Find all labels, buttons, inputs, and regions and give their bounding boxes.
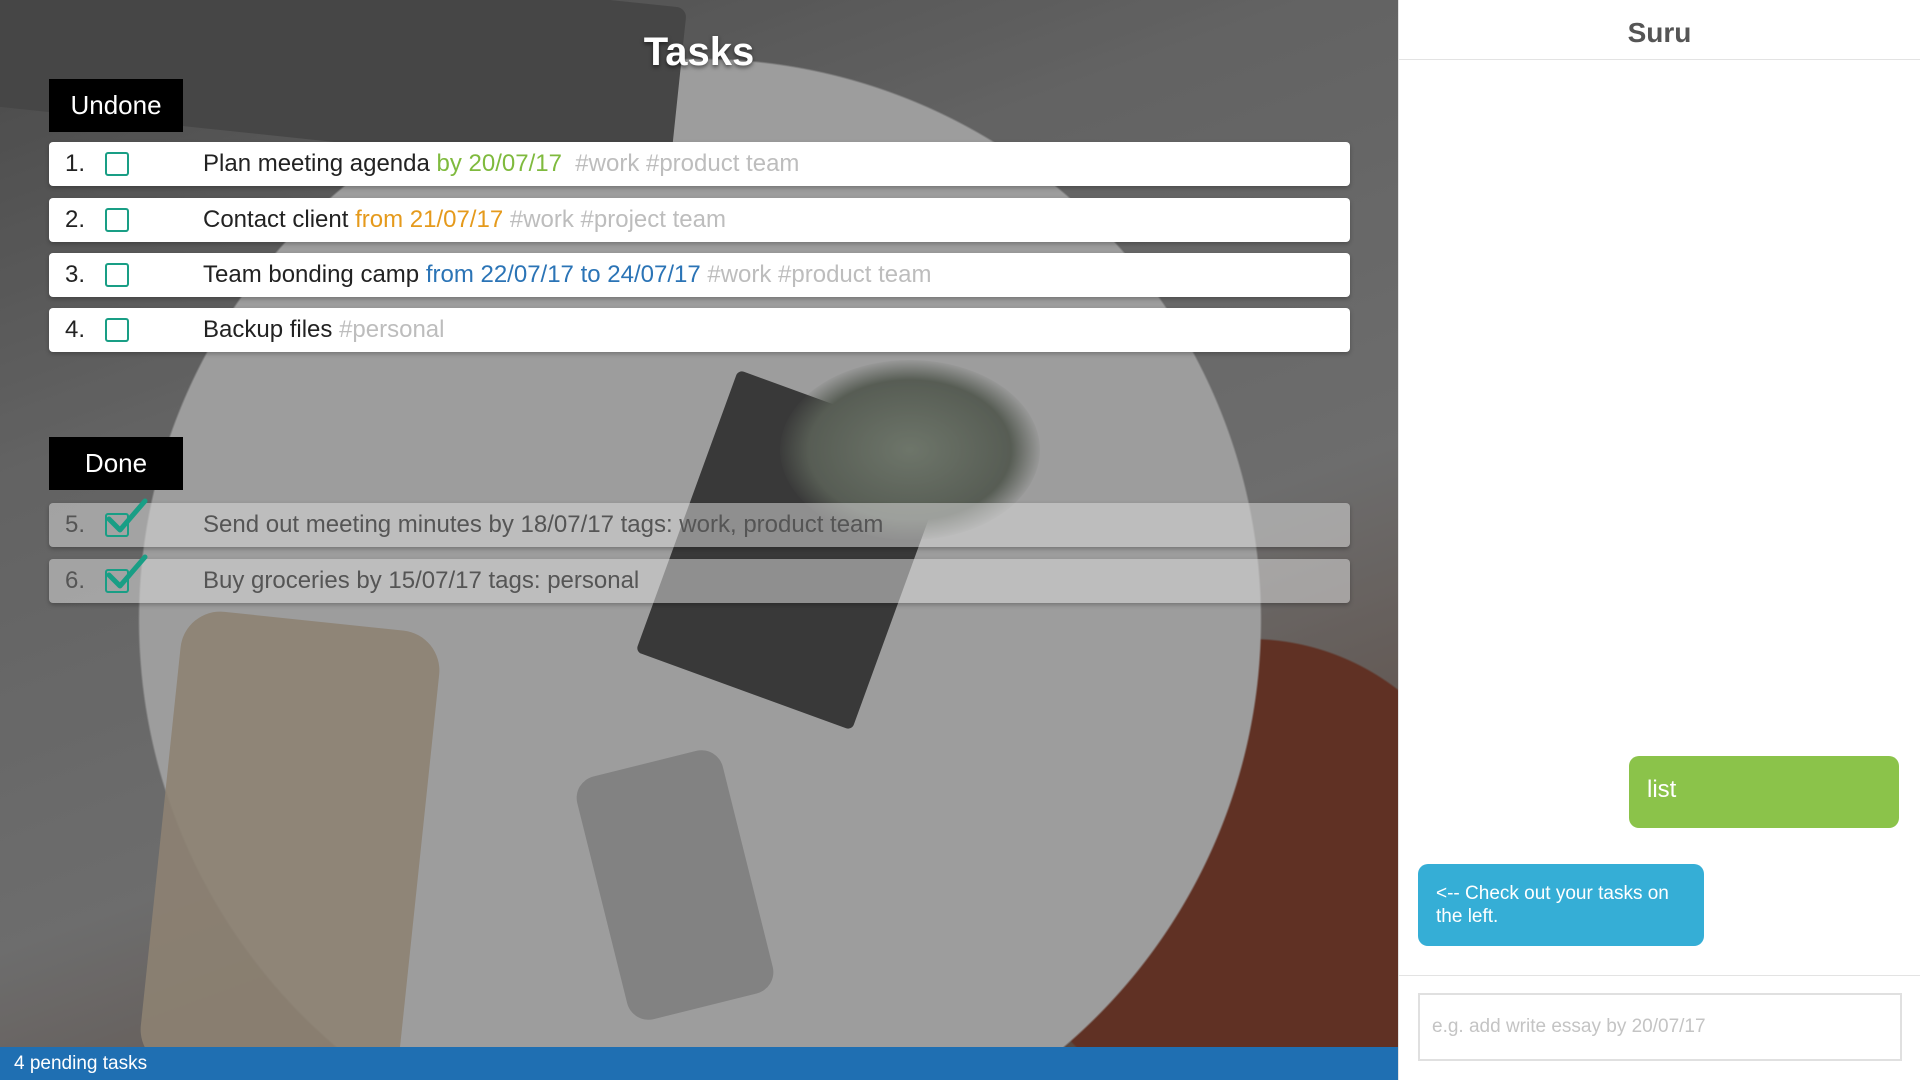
task-date: by 20/07/17	[436, 150, 562, 177]
tasks-pane: Tasks Undone 1. Plan meeting agenda by 2…	[0, 0, 1398, 1080]
checkmark-icon	[106, 554, 148, 589]
tasks-title: Tasks	[643, 30, 755, 74]
done-section-label: Done	[49, 437, 183, 490]
task-text: Team bonding camp from 22/07/17 to 24/07…	[203, 261, 931, 289]
user-message-bubble: list	[1629, 756, 1899, 828]
task-text: Contact client from 21/07/17 #work #proj…	[203, 206, 726, 234]
task-date: from 21/07/17	[355, 206, 504, 233]
task-text: Send out meeting minutes by 18/07/17 tag…	[203, 511, 884, 538]
empty-checkbox-icon[interactable]	[105, 263, 129, 287]
task-number: 2.	[65, 206, 86, 233]
chat-input[interactable]	[1418, 993, 1902, 1061]
task-number: 1.	[65, 150, 86, 177]
pending-tasks-status: 4 pending tasks	[0, 1047, 1398, 1080]
task-tags: #work #product team	[707, 261, 932, 288]
task-row-done[interactable]: 6. Buy groceries by 15/07/17 tags: perso…	[49, 554, 1350, 603]
task-row-undone[interactable]: 4. Backup files #personal	[49, 308, 1350, 352]
empty-checkbox-icon[interactable]	[105, 318, 129, 342]
task-row-done[interactable]: 5. Send out meeting minutes by 18/07/17 …	[49, 498, 1350, 547]
checked-checkbox[interactable]	[105, 554, 148, 593]
task-number: 3.	[65, 261, 86, 288]
task-title: Contact client	[203, 206, 349, 233]
empty-checkbox-icon[interactable]	[105, 152, 129, 176]
undone-section-label: Undone	[49, 79, 183, 132]
chat-input-area	[1399, 975, 1920, 1081]
task-text: Buy groceries by 15/07/17 tags: personal	[203, 567, 640, 594]
chat-title: Suru	[1399, 0, 1920, 60]
task-title: Plan meeting agenda	[203, 150, 430, 177]
task-row-undone[interactable]: 3. Team bonding camp from 22/07/17 to 24…	[49, 253, 1350, 297]
task-row-undone[interactable]: 1. Plan meeting agenda by 20/07/17 #work…	[49, 142, 1350, 186]
task-text: Backup files #personal	[203, 316, 445, 344]
empty-checkbox-icon[interactable]	[105, 208, 129, 232]
chat-pane: Suru list <-- Check out your tasks on th…	[1398, 0, 1920, 1080]
task-date: from 22/07/17 to 24/07/17	[425, 261, 701, 288]
task-tags: #personal	[339, 316, 445, 343]
bot-message-bubble: <-- Check out your tasks on the left.	[1418, 864, 1704, 946]
task-tags: #work #project team	[509, 206, 726, 233]
task-number: 5.	[65, 511, 86, 538]
task-tags: #work #product team	[575, 150, 800, 177]
task-number: 6.	[65, 567, 86, 594]
task-title: Backup files	[203, 316, 333, 343]
task-row-undone[interactable]: 2. Contact client from 21/07/17 #work #p…	[49, 198, 1350, 242]
task-title: Team bonding camp	[203, 261, 420, 288]
task-number: 4.	[65, 316, 86, 343]
task-text: Plan meeting agenda by 20/07/17 #work #p…	[203, 150, 799, 178]
checked-checkbox[interactable]	[105, 498, 148, 537]
checkmark-icon	[106, 498, 148, 533]
